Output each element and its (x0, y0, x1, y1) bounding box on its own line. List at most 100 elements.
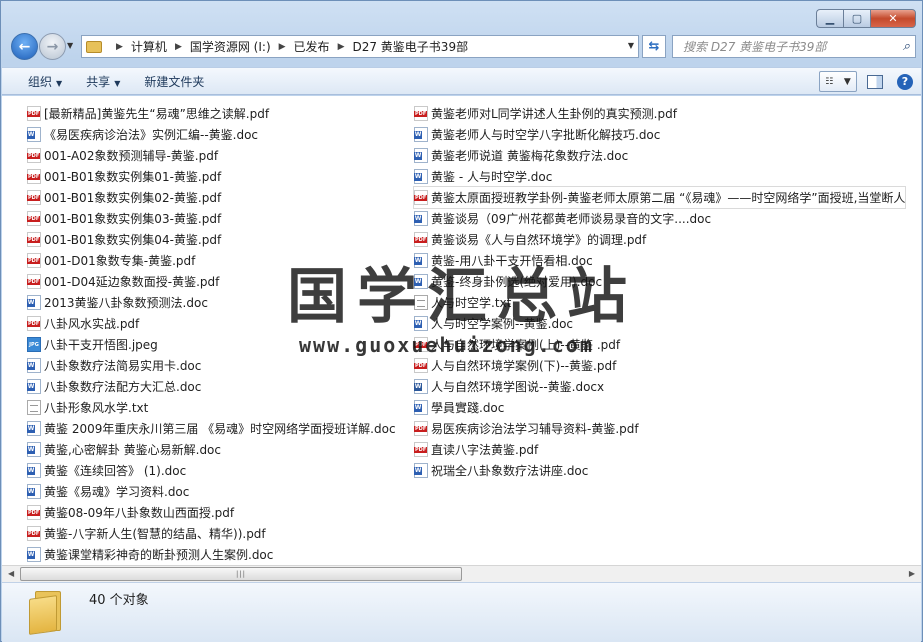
back-button[interactable]: ← (11, 33, 38, 60)
doc-file-icon (27, 127, 41, 142)
breadcrumb: ▶ 计算机 ▶ 国学资源网 (I:) ▶ 已发布 ▶ D27 黄鉴电子书39部 (108, 38, 468, 55)
address-bar[interactable]: ▶ 计算机 ▶ 国学资源网 (I:) ▶ 已发布 ▶ D27 黄鉴电子书39部 ▼ (81, 35, 639, 58)
file-item[interactable]: 黄鉴,心密解卦 黄鉴心易新解.doc (27, 439, 396, 460)
file-item[interactable]: 001-D01象数专集-黄鉴.pdf (27, 250, 396, 271)
file-name: 001-B01象数实例集04-黄鉴.pdf (44, 233, 222, 247)
pdf-file-icon (414, 358, 428, 373)
file-name: 黄鉴08-09年八卦象数山西面授.pdf (44, 506, 235, 520)
file-item[interactable]: 祝瑞全八卦象数疗法讲座.doc (414, 460, 905, 481)
file-name: 直读八字法黄鉴.pdf (431, 443, 539, 457)
file-name: 黄鉴,心密解卦 黄鉴心易新解.doc (44, 443, 222, 457)
breadcrumb-separator-icon[interactable]: ▶ (175, 42, 182, 52)
share-button[interactable]: 共享 ▼ (74, 73, 132, 90)
breadcrumb-separator-icon[interactable]: ▶ (338, 42, 345, 52)
file-item[interactable]: 001-D04延边象数面授-黄鉴.pdf (27, 271, 396, 292)
scrollbar-thumb[interactable]: ||| (20, 567, 462, 581)
scroll-right-icon[interactable]: ▶ (909, 569, 915, 578)
file-name: 黄鉴老师说道 黄鉴梅花象数疗法.doc (431, 149, 629, 163)
file-item[interactable]: 001-B01象数实例集01-黄鉴.pdf (27, 166, 396, 187)
file-item[interactable]: 黄鉴老师人与时空学八字批断化解技巧.doc (414, 124, 905, 145)
file-name: 黄鉴-用八卦干支开悟看相.doc (431, 254, 593, 268)
doc-file-icon (414, 211, 428, 226)
arrow-left-icon: ← (18, 38, 31, 55)
file-item[interactable]: 黄鉴谈易《人与自然环境学》的调理.pdf (414, 229, 905, 250)
file-item[interactable]: 人与自然环境学案例(下)--黄鉴.pdf (414, 355, 905, 376)
file-name: 001-B01象数实例集03-黄鉴.pdf (44, 212, 222, 226)
close-button[interactable]: ✕ (870, 9, 916, 28)
file-item[interactable]: 黄鉴-终身卦例选(绝对爱用).doc (414, 271, 905, 292)
file-item[interactable]: 001-B01象数实例集02-黄鉴.pdf (27, 187, 396, 208)
file-item[interactable]: 黄鉴08-09年八卦象数山西面授.pdf (27, 502, 396, 523)
scroll-left-icon[interactable]: ◀ (8, 569, 14, 578)
file-item[interactable]: JPG 八卦干支开悟图.jpeg (27, 334, 396, 355)
breadcrumb-item[interactable]: D27 黄鉴电子书39部 (352, 38, 468, 55)
horizontal-scrollbar[interactable]: ◀ ||| ▶ (2, 565, 921, 582)
doc-file-icon (27, 463, 41, 478)
forward-button[interactable]: → (39, 33, 66, 60)
file-item[interactable]: 人与时空学.txt (414, 292, 905, 313)
file-column-right: 黄鉴老师对L同学讲述人生卦例的真实预测.pdf 黄鉴老师人与时空学八字批断化解技巧… (412, 103, 907, 481)
help-icon[interactable]: ? (897, 73, 913, 90)
file-name: 八卦形象风水学.txt (44, 401, 149, 415)
breadcrumb-item[interactable]: 已发布 (294, 38, 330, 55)
file-name: 001-D01象数专集-黄鉴.pdf (44, 254, 196, 268)
file-item[interactable]: 001-B01象数实例集03-黄鉴.pdf (27, 208, 396, 229)
file-item[interactable]: 黄鉴 2009年重庆永川第三届 《易魂》时空网络学面授班详解.doc (27, 418, 396, 439)
file-name: 001-B01象数实例集01-黄鉴.pdf (44, 170, 222, 184)
file-item[interactable]: 八卦象数疗法简易实用卡.doc (27, 355, 396, 376)
file-name: 黄鉴 - 人与时空学.doc (431, 170, 553, 184)
history-dropdown-icon[interactable]: ▼ (67, 41, 73, 50)
address-dropdown-icon[interactable]: ▼ (628, 41, 634, 50)
file-item[interactable]: 黄鉴太原面授班教学卦例-黄鉴老师太原第二届 “《易魂》——时空网络学”面授班,当… (412, 186, 907, 209)
search-icon[interactable]: ⌕ (903, 39, 910, 54)
file-item[interactable]: 黄鉴谈易（09广州花都黄老师谈易录音的文字....doc (414, 208, 905, 229)
file-item[interactable]: 黄鉴-用八卦干支开悟看相.doc (414, 250, 905, 271)
arrow-right-icon: → (46, 38, 59, 55)
file-name: 八卦风水实战.pdf (44, 317, 140, 331)
breadcrumb-item[interactable]: 国学资源网 (I:) (190, 38, 271, 55)
file-item[interactable]: 黄鉴-八字新人生(智慧的结晶、精华)).pdf (27, 523, 396, 544)
doc-file-icon (27, 295, 41, 310)
file-item[interactable]: 001-A02象数预测辅导-黄鉴.pdf (27, 145, 396, 166)
file-item[interactable]: 八卦形象风水学.txt (27, 397, 396, 418)
file-item[interactable]: 黄鉴《连续回答》 (1).doc (27, 460, 396, 481)
minimize-button[interactable]: ▁ (816, 9, 843, 28)
file-item[interactable]: 2013黄鉴八卦象数预测法.doc (27, 292, 396, 313)
file-item[interactable]: 人与自然环境学图说--黄鉴.docx (414, 376, 905, 397)
explorer-window: ▁ ▢ ✕ ← → ▼ ▶ 计算机 ▶ 国学资源网 (I:) ▶ 已发布 ▶ D27 黄鉴电子… (0, 0, 923, 642)
file-item[interactable]: 易医疾病诊治法学习辅导资料-黄鉴.pdf (414, 418, 905, 439)
file-item[interactable]: 直读八字法黄鉴.pdf (414, 439, 905, 460)
doc-file-icon (27, 421, 41, 436)
search-input[interactable]: 搜索 D27 黄鉴电子书39部 ⌕ (672, 35, 916, 58)
file-name: 黄鉴老师人与时空学八字批断化解技巧.doc (431, 128, 661, 142)
file-item[interactable]: 人与自然环境学案例(上)--黄鉴 .pdf (414, 334, 905, 355)
breadcrumb-separator-icon[interactable]: ▶ (116, 42, 123, 52)
file-item[interactable]: 八卦风水实战.pdf (27, 313, 396, 334)
file-item[interactable]: 《易医疾病诊治法》实例汇编--黄鉴.doc (27, 124, 396, 145)
file-item[interactable]: 001-B01象数实例集04-黄鉴.pdf (27, 229, 396, 250)
pdf-file-icon (414, 337, 428, 352)
file-item[interactable]: 黄鉴《易魂》学习资料.doc (27, 481, 396, 502)
file-item[interactable]: 黄鉴老师对L同学讲述人生卦例的真实预测.pdf (414, 103, 905, 124)
change-view-button[interactable]: ☷ ▼ (819, 71, 857, 92)
maximize-button[interactable]: ▢ (843, 9, 870, 28)
file-item[interactable]: 黄鉴 - 人与时空学.doc (414, 166, 905, 187)
new-folder-button[interactable]: 新建文件夹 (132, 73, 216, 90)
file-item[interactable]: 人与时空学案例--黄鉴.doc (414, 313, 905, 334)
file-item[interactable]: [最新精品]黄鉴先生“易魂”思维之读解.pdf (27, 103, 396, 124)
breadcrumb-item[interactable]: 计算机 (131, 38, 167, 55)
file-item[interactable]: 學員實踐.doc (414, 397, 905, 418)
file-list[interactable]: [最新精品]黄鉴先生“易魂”思维之读解.pdf 《易医疾病诊治法》实例汇编--黄鉴… (2, 96, 921, 565)
breadcrumb-separator-icon[interactable]: ▶ (279, 42, 286, 52)
pdf-file-icon (27, 274, 41, 289)
pdf-file-icon (414, 190, 428, 205)
preview-pane-icon[interactable] (867, 74, 883, 89)
file-item[interactable]: 黄鉴课堂精彩神奇的断卦预测人生案例.doc (27, 544, 396, 565)
file-item[interactable]: 八卦象数疗法配方大汇总.doc (27, 376, 396, 397)
file-item[interactable]: 黄鉴老师说道 黄鉴梅花象数疗法.doc (414, 145, 905, 166)
doc-file-icon (414, 274, 428, 289)
refresh-button[interactable]: ⇆ (642, 35, 666, 58)
file-name: 八卦干支开悟图.jpeg (44, 338, 158, 352)
organize-button[interactable]: 组织 ▼ (16, 73, 74, 90)
doc-file-icon (414, 169, 428, 184)
